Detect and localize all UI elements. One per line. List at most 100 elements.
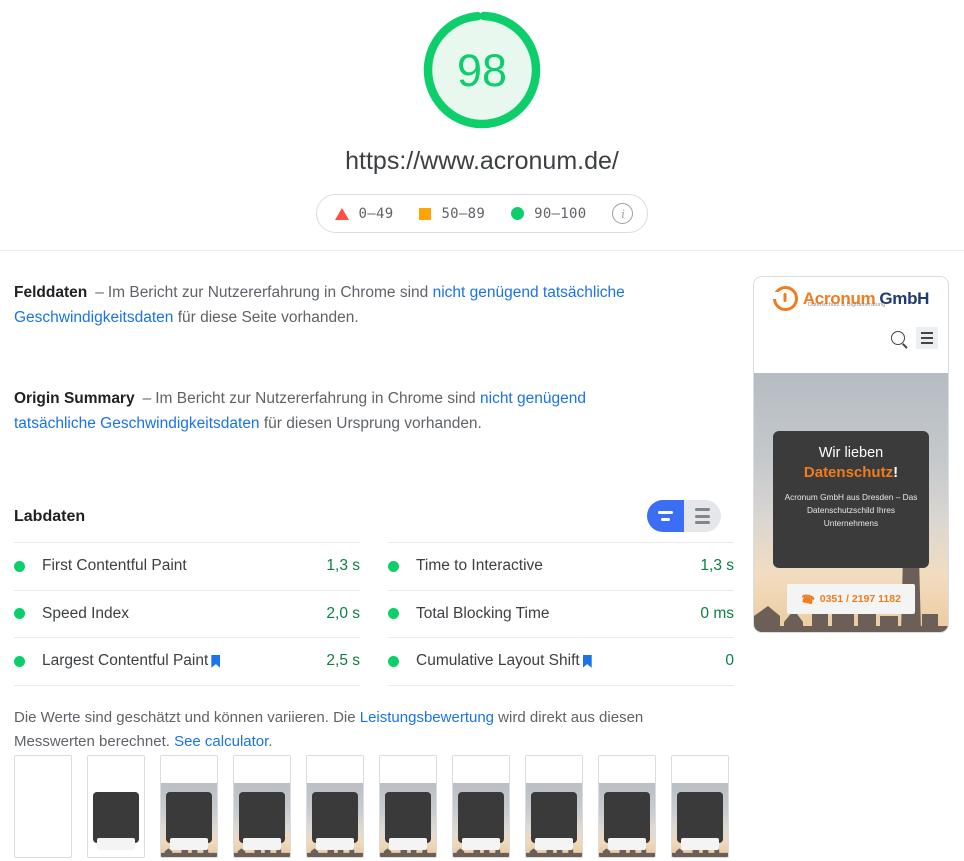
search-icon[interactable] (891, 331, 905, 345)
thumb-phone (680, 837, 720, 850)
filmstrip-frame[interactable] (452, 755, 510, 858)
thumb-site (526, 756, 582, 857)
filmstrip-frame[interactable] (233, 755, 291, 858)
filmstrip-frame[interactable] (671, 755, 729, 858)
origin-summary-block: Origin Summary – Im Bericht zur Nutzererfa… (14, 386, 654, 436)
thumb-site (453, 756, 509, 857)
legend-label-average: 50–89 (441, 205, 486, 222)
filmstrip-frame[interactable] (306, 755, 364, 858)
metric-name: Total Blocking Time (416, 604, 550, 622)
thumb-phone (169, 837, 209, 850)
info-icon[interactable]: i (612, 203, 634, 224)
table-row[interactable]: First Contentful Paint 1,3 s (14, 542, 360, 590)
filmstrip-frame[interactable] (160, 755, 218, 858)
thumb-topbar (161, 756, 217, 783)
performance-score-link[interactable]: Leistungsbewertung (360, 709, 494, 726)
metric-label: Largest Contentful Paint (42, 652, 221, 670)
phone-cta-button[interactable]: ☎ 0351 / 2197 1182 (786, 584, 915, 614)
thumb-card (312, 792, 358, 843)
metric-value: 1,3 s (700, 557, 734, 575)
metric-value: 2,0 s (326, 604, 360, 622)
metric-name: First Contentful Paint (42, 557, 187, 575)
page-url: https://www.acronum.de/ (345, 147, 619, 175)
metric-label: Time to Interactive (416, 557, 543, 575)
filmstrip-frame[interactable] (87, 755, 145, 858)
toggle-bar (695, 514, 710, 518)
core-web-vital-bookmark-icon (211, 654, 221, 668)
status-dot-green-icon (14, 608, 25, 620)
thumb-card (166, 792, 212, 843)
metrics-column-right: Time to Interactive 1,3 s Total Blocking… (374, 542, 734, 686)
final-screenshot[interactable]: Acronum GmbH Datenschutz & Digitalberatu… (753, 276, 949, 633)
lab-data-title: Labdaten (14, 508, 86, 525)
filmstrip-frame[interactable] (598, 755, 656, 858)
thumb-phone (461, 837, 501, 850)
thumb-topbar (599, 756, 655, 783)
status-dot-green-icon (388, 655, 399, 667)
hero-line-2: Datenschutz! (773, 464, 928, 481)
thumb-topbar (88, 756, 144, 783)
table-row[interactable]: Cumulative Layout Shift 0 (388, 637, 734, 686)
metric-name: Speed Index (42, 604, 130, 622)
table-row[interactable]: Speed Index 2,0 s (14, 589, 360, 638)
thumb-site (307, 756, 363, 857)
toggle-bar (695, 508, 710, 512)
screenshot-filmstrip (14, 755, 744, 858)
thumb-card (604, 792, 650, 843)
report-left-column: Felddaten – Im Bericht zur Nutzererfahrung… (14, 251, 734, 754)
thumb-topbar (453, 756, 509, 783)
score-legend: 0–49 50–89 90–100 i (315, 194, 649, 233)
field-data-text-2: für diese Seite vorhanden. (173, 309, 359, 326)
triangle-red-icon (334, 207, 349, 220)
thumb-phone (96, 837, 136, 850)
toggle-bar (695, 520, 710, 524)
phone-number: 0351 / 2197 1182 (819, 593, 901, 605)
filmstrip-frame[interactable] (14, 755, 72, 858)
thumb-phone (388, 837, 428, 850)
metric-name: Cumulative Layout Shift (416, 652, 580, 670)
table-row[interactable]: Largest Contentful Paint 2,5 s (14, 637, 360, 686)
legend-label-poor: 0–49 (358, 205, 394, 222)
table-row[interactable]: Time to Interactive 1,3 s (388, 542, 734, 590)
filmstrip-frame[interactable] (379, 755, 437, 858)
thumb-card (677, 792, 723, 843)
legend-label-good: 90–100 (534, 205, 587, 222)
metric-name: Time to Interactive (416, 557, 543, 575)
status-dot-green-icon (14, 560, 25, 572)
hero-line-2-text: Datenschutz (803, 464, 894, 481)
thumb-site (161, 756, 217, 857)
performance-score-value: 98 (456, 44, 508, 96)
footnote-text-3: . (268, 732, 273, 750)
status-dot-green-icon (14, 655, 25, 667)
compact-view-toggle[interactable] (647, 500, 684, 532)
table-row[interactable]: Total Blocking Time 0 ms (388, 589, 734, 638)
circle-green-icon (511, 207, 525, 220)
lab-data-header: Labdaten (14, 500, 734, 534)
square-orange-icon (419, 207, 432, 220)
metric-label: Cumulative Layout Shift (416, 652, 592, 670)
legend-item-poor: 0–49 (334, 205, 394, 222)
legend-item-average: 50–89 (419, 206, 485, 222)
expanded-view-toggle[interactable] (684, 500, 721, 532)
thumb-site (88, 756, 144, 857)
origin-summary-dash: – (142, 390, 152, 407)
filmstrip-frame[interactable] (525, 755, 583, 858)
phone-icon: ☎ (799, 592, 816, 607)
thumb-site (672, 756, 728, 857)
core-web-vital-bookmark-icon (582, 654, 592, 668)
metric-name: Largest Contentful Paint (42, 652, 209, 670)
thumb-card (93, 792, 139, 843)
thumb-phone (242, 837, 282, 850)
thumb-card (458, 792, 504, 843)
metric-value: 2,5 s (326, 652, 360, 670)
metric-label: First Contentful Paint (42, 557, 187, 575)
hamburger-menu-icon[interactable] (916, 327, 938, 349)
hero-card: Wir lieben Datenschutz! Acronum GmbH aus… (773, 431, 929, 568)
thumb-card (239, 792, 285, 843)
field-data-block: Felddaten – Im Bericht zur Nutzererfahrung… (14, 280, 654, 330)
lab-data-footnote: Die Werte sind geschätzt und können vari… (14, 706, 689, 754)
metrics-column-left: First Contentful Paint 1,3 s Speed Index… (14, 542, 374, 686)
performance-score-gauge: 98 (420, 8, 544, 132)
see-calculator-link[interactable]: See calculator (174, 733, 268, 750)
thumb-topbar (307, 756, 363, 783)
